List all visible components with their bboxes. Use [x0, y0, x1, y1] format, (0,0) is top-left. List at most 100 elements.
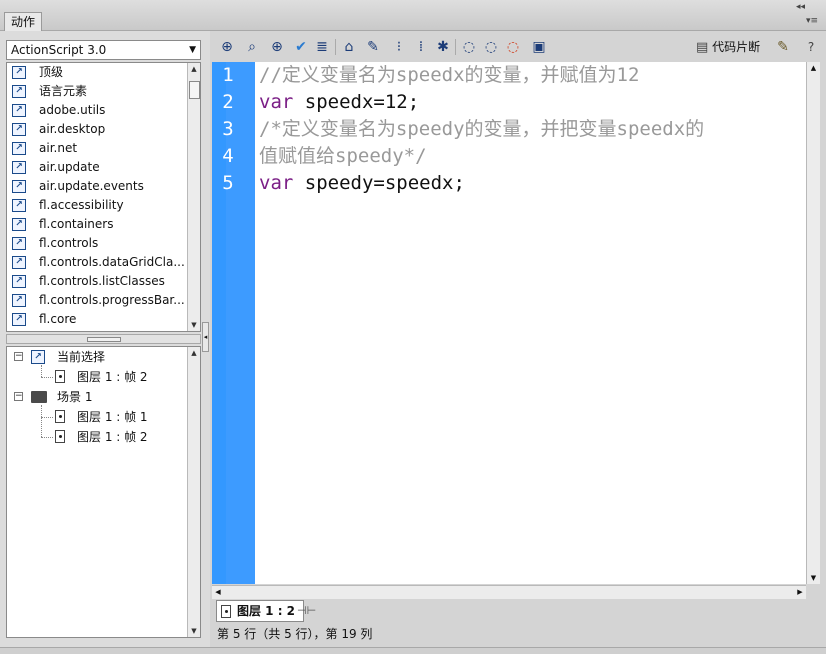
collapse-selection-icon[interactable]: ⁞ — [412, 38, 430, 56]
scroll-left-icon[interactable]: ◀ — [212, 586, 224, 599]
library-item-label: adobe.utils — [39, 103, 106, 117]
collapse-toggle-icon[interactable]: − — [14, 352, 23, 361]
target-icon[interactable]: ⊕ — [268, 38, 286, 56]
code-comment: //定义变量名为speedx的变量，并赋值为12 — [259, 64, 640, 86]
debug-options-icon[interactable]: ✎ — [364, 38, 382, 56]
library-item[interactable]: ↗ fl.core — [7, 310, 200, 329]
action-arrow-icon: ↗ — [12, 66, 26, 79]
library-item[interactable]: ↗ air.update.events — [7, 177, 200, 196]
scroll-up-icon[interactable]: ▲ — [188, 347, 200, 359]
add-statement-icon[interactable]: ⊕ — [218, 38, 236, 56]
check-syntax-icon[interactable]: ✔ — [292, 38, 310, 56]
navigator-scrollbar[interactable]: ▲ ▼ — [187, 347, 200, 637]
library-item-label: fl.controls.listClasses — [39, 274, 165, 288]
action-arrow-icon: ↗ — [12, 237, 26, 250]
action-arrow-icon: ↗ — [12, 294, 26, 307]
apply-line-comment-icon[interactable]: ◌ — [482, 38, 500, 56]
panel-bottom-edge — [0, 647, 826, 654]
library-item-label: fl.accessibility — [39, 198, 124, 212]
library-item[interactable]: ↗ air.update — [7, 158, 200, 177]
scene-clapper-icon — [31, 391, 47, 403]
library-item[interactable]: ↗ 顶级 — [7, 63, 200, 82]
tree-connector — [41, 437, 53, 438]
show-hide-toolbox-icon[interactable]: ▣ — [530, 38, 548, 56]
scroll-down-icon[interactable]: ▼ — [188, 625, 200, 637]
pin-script-icon[interactable]: ⊣⊢ — [297, 604, 316, 617]
code-line[interactable]: /*定义变量名为speedy的变量，并把变量speedx的 — [259, 116, 704, 143]
tree-connector — [41, 417, 53, 418]
panel-title-bar — [0, 0, 826, 31]
chevron-down-icon: ▼ — [189, 45, 196, 55]
scroll-down-icon[interactable]: ▼ — [807, 572, 820, 584]
help-icon[interactable]: ? — [802, 38, 820, 56]
library-item-label: 语言元素 — [39, 84, 88, 98]
language-dropdown[interactable]: ActionScript 3.0 ▼ — [6, 40, 201, 60]
library-item[interactable]: ↗ fl.containers — [7, 215, 200, 234]
toolbar-separator — [455, 39, 456, 55]
scroll-right-icon[interactable]: ▶ — [794, 586, 806, 599]
editor-horizontal-scrollbar[interactable]: ◀ ▶ — [212, 585, 806, 599]
panel-menu-icon[interactable]: ▾≡ — [806, 16, 818, 26]
snippets-icon: ▤ — [696, 40, 709, 55]
script-navigator: − ↗ 当前选择 图层 1 : 帧 2 − 场景 1 图层 1 : 帧 1 图层… — [6, 346, 201, 638]
scroll-down-icon[interactable]: ▼ — [188, 319, 200, 331]
tree-connector — [41, 365, 42, 377]
apply-block-comment-icon[interactable]: ◌ — [460, 38, 478, 56]
library-item[interactable]: ↗ air.desktop — [7, 120, 200, 139]
action-arrow-icon: ↗ — [12, 123, 26, 136]
toolbar-separator — [335, 39, 336, 55]
cursor-position-status: 第 5 行（共 5 行），第 19 列 — [217, 627, 373, 641]
library-item[interactable]: ↗ fl.controls.dataGridCla... — [7, 253, 200, 272]
scroll-up-icon[interactable]: ▲ — [188, 63, 200, 75]
collapse-braces-icon[interactable]: ⁝ — [390, 38, 408, 56]
frame-icon — [55, 370, 65, 383]
code-line[interactable]: var speedy=speedx; — [259, 170, 465, 197]
collapse-panel-icon[interactable]: ◂◂ — [796, 2, 805, 12]
frame-tab[interactable]: 图层 1 : 2 — [216, 600, 305, 622]
library-item[interactable]: ↗ air.net — [7, 139, 200, 158]
library-item-label: 顶级 — [39, 65, 64, 79]
line-number: 4 — [222, 145, 234, 167]
scroll-thumb[interactable] — [189, 81, 200, 99]
code-line[interactable]: 值赋值给speedy*/ — [259, 143, 427, 170]
editor-vertical-scrollbar[interactable]: ▲ ▼ — [806, 62, 820, 584]
library-item[interactable]: ↗ adobe.utils — [7, 101, 200, 120]
frame-icon — [221, 605, 231, 618]
tab-actions[interactable]: 动作 — [4, 12, 43, 31]
splitter-grip[interactable] — [87, 337, 121, 342]
action-arrow-icon: ↗ — [12, 275, 26, 288]
action-arrow-icon: ↗ — [31, 350, 45, 364]
library-item[interactable]: ↗ 语言元素 — [7, 82, 200, 101]
toggle-toolbox-handle[interactable]: ◂ — [202, 322, 209, 352]
expand-all-icon[interactable]: ✱ — [434, 38, 452, 56]
tree-label: 图层 1 : 帧 2 — [77, 430, 148, 444]
auto-format-icon[interactable]: ≣ — [313, 38, 331, 56]
frame-tab-label: 图层 1 : 2 — [237, 604, 296, 618]
remove-comment-icon[interactable]: ◌ — [504, 38, 522, 56]
library-scrollbar[interactable]: ▲ ▼ — [187, 63, 200, 331]
action-arrow-icon: ↗ — [12, 104, 26, 117]
action-arrow-icon: ↗ — [12, 218, 26, 231]
line-number: 1 — [222, 64, 234, 86]
code-keyword: var — [259, 91, 294, 113]
frame-icon — [55, 430, 65, 443]
tree-label: 图层 1 : 帧 1 — [77, 410, 148, 424]
library-item-label: fl.controls — [39, 236, 99, 250]
code-line[interactable]: //定义变量名为speedx的变量，并赋值为12 — [259, 62, 639, 89]
code-snippets-button[interactable]: ▤ 代码片断 — [696, 39, 760, 56]
code-hint-icon[interactable]: ⌂ — [340, 38, 358, 56]
library-item-label: fl.controls.progressBar... — [39, 293, 185, 307]
library-item[interactable]: ↗ fl.accessibility — [7, 196, 200, 215]
collapse-toggle-icon[interactable]: − — [14, 392, 23, 401]
library-item[interactable]: ↗ fl.controls — [7, 234, 200, 253]
scroll-up-icon[interactable]: ▲ — [807, 62, 820, 74]
library-item[interactable]: ↗ fl.controls.listClasses — [7, 272, 200, 291]
library-item[interactable]: ↗ fl.controls.progressBar... — [7, 291, 200, 310]
wand-icon[interactable]: ✎ — [774, 38, 792, 56]
tree-connector — [41, 405, 42, 437]
code-line[interactable]: var speedx=12; — [259, 89, 419, 116]
panel-splitter[interactable] — [6, 334, 201, 344]
line-number: 5 — [222, 172, 234, 194]
language-value: ActionScript 3.0 — [11, 43, 107, 57]
find-icon[interactable]: ⌕ — [243, 38, 261, 56]
